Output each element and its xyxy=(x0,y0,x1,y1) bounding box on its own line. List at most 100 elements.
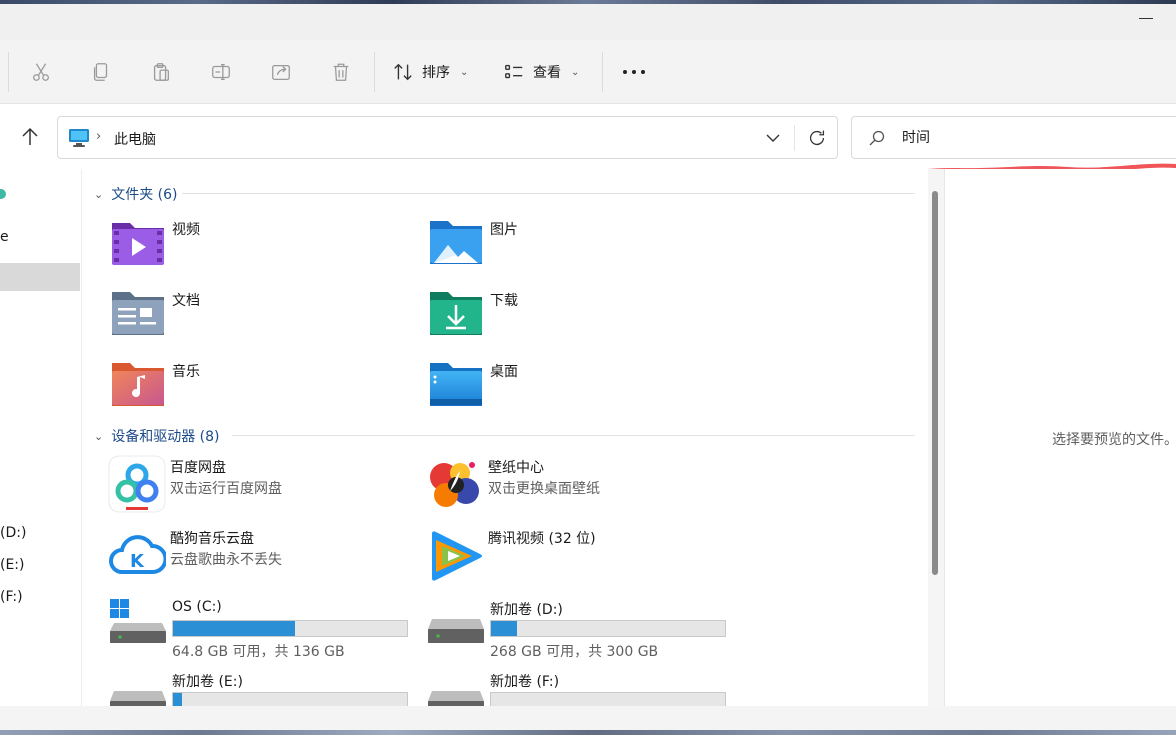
main-content: ⌄ 文件夹 (6) 视频 图片 文档 下载 音乐 桌面 ⌄ 设备和驱动器 (8)… xyxy=(82,169,928,706)
drive-usage-fill xyxy=(491,621,517,636)
search-icon xyxy=(869,130,885,146)
sort-label: 排序 xyxy=(422,65,450,81)
nav-item-icon xyxy=(0,189,6,199)
delete-icon[interactable] xyxy=(329,60,353,84)
folder-documents[interactable]: 文档 xyxy=(110,288,410,344)
vertical-scrollbar[interactable] xyxy=(928,169,944,706)
drive-name: OS (C:) xyxy=(172,599,222,615)
nav-item-drive-f[interactable]: (F:) xyxy=(0,589,23,605)
chevron-down-icon: ⌄ xyxy=(94,187,104,201)
chevron-down-icon: ⌄ xyxy=(571,66,580,78)
chevron-down-icon: ⌄ xyxy=(460,66,469,78)
nav-item-drive-d[interactable]: (D:) xyxy=(0,525,26,541)
folder-name: 图片 xyxy=(490,222,518,238)
wallpaper-center-icon xyxy=(430,462,479,507)
hard-drive-icon xyxy=(428,691,484,706)
folder-name: 文档 xyxy=(172,293,200,309)
paste-icon[interactable] xyxy=(149,60,173,84)
app-wallpaper-center[interactable]: 壁纸中心 双击更换桌面壁纸 xyxy=(426,455,736,517)
kugou-music-icon: K xyxy=(109,535,166,574)
folder-videos[interactable]: 视频 xyxy=(110,217,410,273)
folder-name: 视频 xyxy=(172,222,200,238)
drive-usage-bar xyxy=(172,620,408,637)
app-name: 百度网盘 xyxy=(170,460,226,476)
view-button[interactable]: 查看 ⌄ xyxy=(503,58,579,86)
folder-downloads[interactable]: 下载 xyxy=(428,288,728,344)
refresh-icon[interactable] xyxy=(806,127,828,149)
folder-name: 桌面 xyxy=(490,364,518,380)
folder-desktop[interactable]: 桌面 xyxy=(428,359,728,415)
devices-group-title: 设备和驱动器 (8) xyxy=(111,429,220,445)
search-box[interactable] xyxy=(851,116,1176,159)
more-options-icon[interactable] xyxy=(623,70,645,74)
nav-item-drive-e[interactable]: (E:) xyxy=(0,557,25,573)
breadcrumb-separator-icon: › xyxy=(96,129,102,144)
folders-group-header[interactable]: ⌄ 文件夹 (6) xyxy=(94,184,178,204)
cut-icon[interactable] xyxy=(29,60,53,84)
command-bar: 排序 ⌄ 查看 ⌄ xyxy=(0,40,1176,104)
scrollbar-thumb[interactable] xyxy=(932,191,938,575)
drive-d[interactable]: 新加卷 (D:) 268 GB 可用，共 300 GB xyxy=(428,599,738,669)
desktop-folder-icon xyxy=(430,363,482,406)
rename-icon[interactable] xyxy=(209,60,233,84)
view-label: 查看 xyxy=(533,65,561,81)
breadcrumb-this-pc[interactable]: 此电脑 xyxy=(114,129,156,149)
drive-name: 新加卷 (F:) xyxy=(490,674,560,690)
chevron-down-icon: ⌄ xyxy=(94,429,104,443)
app-name: 酷狗音乐云盘 xyxy=(170,531,254,547)
hard-drive-icon xyxy=(110,691,166,706)
up-arrow-icon[interactable] xyxy=(18,125,42,149)
windows-drive-icon xyxy=(110,599,166,643)
share-icon[interactable] xyxy=(269,60,293,84)
music-folder-icon xyxy=(112,363,164,406)
devices-group-header[interactable]: ⌄ 设备和驱动器 (8) xyxy=(94,426,220,446)
navigation-pane: e (D:) (E:) (F:) xyxy=(0,169,82,706)
view-icon xyxy=(505,64,523,79)
drive-name: 新加卷 (E:) xyxy=(172,674,243,690)
app-baidu-netdisk[interactable]: 百度网盘 双击运行百度网盘 xyxy=(108,455,418,517)
address-divider xyxy=(794,125,795,151)
tencent-video-icon xyxy=(432,531,482,581)
nav-item-onedrive[interactable]: e xyxy=(0,229,9,245)
window-bottom-edge xyxy=(0,706,1176,735)
address-bar[interactable]: › 此电脑 xyxy=(57,116,838,159)
pictures-folder-icon xyxy=(430,221,482,264)
toolbar-divider xyxy=(374,52,375,92)
drive-usage-fill xyxy=(173,621,295,636)
copy-icon[interactable] xyxy=(89,60,113,84)
group-divider xyxy=(232,435,915,436)
sort-button[interactable]: 排序 ⌄ xyxy=(392,58,468,86)
preview-placeholder: 选择要预览的文件。 xyxy=(1052,432,1176,448)
drive-usage-fill xyxy=(173,693,183,706)
drive-free-space: 64.8 GB 可用，共 136 GB xyxy=(172,644,345,660)
baidu-netdisk-icon xyxy=(108,455,166,513)
folder-pictures[interactable]: 图片 xyxy=(428,217,728,273)
drive-free-space: 268 GB 可用，共 300 GB xyxy=(490,644,659,660)
drive-usage-bar xyxy=(172,692,408,706)
app-tencent-video[interactable]: 腾讯视频 (32 位) xyxy=(426,526,736,588)
minimize-button[interactable] xyxy=(1139,18,1153,19)
drive-c[interactable]: OS (C:) 64.8 GB 可用，共 136 GB xyxy=(110,599,420,669)
drive-name: 新加卷 (D:) xyxy=(490,602,563,618)
desktop-edge-bottom xyxy=(0,730,1176,735)
toolbar-divider xyxy=(602,52,603,92)
app-kugou-music-cloud[interactable]: K 酷狗音乐云盘 云盘歌曲永不丢失 xyxy=(108,526,418,588)
folder-name: 音乐 xyxy=(172,364,200,380)
drive-usage-bar xyxy=(490,620,726,637)
drive-f[interactable]: 新加卷 (F:) xyxy=(428,671,738,706)
search-input[interactable] xyxy=(902,129,1152,145)
hard-drive-icon xyxy=(428,619,484,643)
downloads-folder-icon xyxy=(430,292,482,335)
folder-name: 下载 xyxy=(490,293,518,309)
videos-folder-icon xyxy=(112,223,164,265)
this-pc-icon xyxy=(69,129,89,147)
chevron-down-icon[interactable] xyxy=(764,129,782,147)
app-description: 双击更换桌面壁纸 xyxy=(488,481,600,497)
folders-group-title: 文件夹 (6) xyxy=(111,187,178,203)
folder-music[interactable]: 音乐 xyxy=(110,359,410,415)
nav-item-this-pc-selected[interactable] xyxy=(0,263,80,291)
drive-e[interactable]: 新加卷 (E:) xyxy=(110,671,420,706)
title-bar xyxy=(0,4,1176,40)
group-divider xyxy=(182,193,915,194)
toolbar-divider xyxy=(8,52,9,92)
